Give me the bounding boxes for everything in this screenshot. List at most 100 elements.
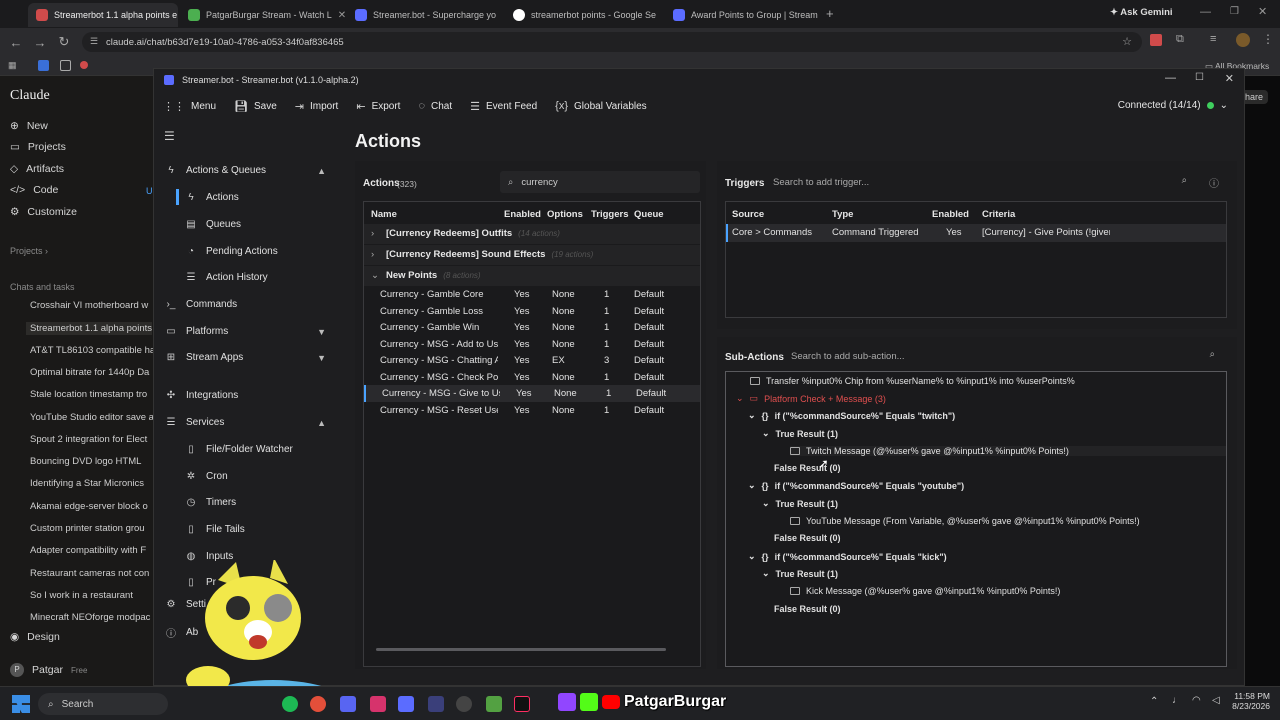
action-row[interactable]: Currency - Gamble Win Yes None 1 Default (364, 319, 700, 336)
chat-item[interactable]: YouTube Studio editor save a (30, 412, 156, 423)
minimize-icon[interactable]: — (1165, 72, 1176, 84)
windows-start-icon[interactable] (12, 695, 30, 713)
connection-status[interactable]: Connected (14/14) ⌄ (1118, 100, 1228, 111)
hamburger-icon[interactable]: ☰ (164, 129, 175, 143)
apps-grid-icon[interactable]: ▦ (8, 60, 17, 71)
close-icon[interactable]: ✕ (502, 10, 503, 21)
subaction-group[interactable]: ⌄ ▭ Platform Check + Message (3) (736, 393, 886, 404)
app-icon[interactable] (428, 696, 444, 712)
subaction-youtube-message[interactable]: YouTube Message (From Variable, @%user% … (790, 516, 1140, 526)
chat-item[interactable]: Minecraft NEOforge modpac (30, 612, 156, 623)
close-browser-icon[interactable]: ✕ (1258, 5, 1267, 18)
action-row[interactable]: Currency - Gamble Loss Yes None 1 Default (364, 303, 700, 320)
action-group-row[interactable]: › [Currency Redeems] Outfits (14 actions) (364, 224, 700, 244)
claude-artifacts[interactable]: ◇ Artifacts (10, 163, 64, 175)
chat-item[interactable]: AT&T TL86103 compatible ha (30, 345, 156, 356)
col-header-type[interactable]: Type (832, 209, 853, 220)
chat-item[interactable]: Streamerbot 1.1 alpha points (26, 322, 152, 336)
nav-queues[interactable]: ▤ Queues (184, 219, 241, 230)
trigger-search-input[interactable]: Search to add trigger... ⌕ (767, 171, 1193, 193)
col-header-queue[interactable]: Queue (634, 209, 664, 220)
action-row[interactable]: Currency - MSG - Give to Us Yes None 1 Defau… (364, 385, 700, 402)
trigger-row[interactable]: Core > Commands Command Triggered Yes [C… (726, 224, 1226, 242)
taskbar-search[interactable]: ⌕ Search (38, 693, 168, 715)
import-button[interactable]: ⇥ Import (286, 91, 348, 121)
col-header-enabled[interactable]: Enabled (504, 209, 541, 220)
chat-item[interactable]: Optimal bitrate for 1440p Da (30, 367, 156, 378)
claude-user[interactable]: P Patgar Free (10, 663, 87, 677)
subaction-false-result[interactable]: False Result (0) (774, 533, 841, 543)
chat-item[interactable]: Spout 2 integration for Elect (30, 434, 156, 445)
nav-file-tails[interactable]: ▯ File Tails (184, 524, 244, 535)
chat-item[interactable]: Identifying a Star Micronics (30, 478, 156, 489)
save-button[interactable]: 💾︎ Save (225, 91, 286, 121)
new-tab-icon[interactable]: + (826, 6, 834, 21)
puzzle-icon[interactable]: ⧉ (1176, 33, 1184, 46)
subaction-true-result[interactable]: ⌄ True Result (1) (762, 498, 838, 509)
nav-actions[interactable]: ϟ Actions (184, 192, 238, 203)
subaction-if-kick[interactable]: ⌄ {} if ("%commandSource%" Equals "kick") (748, 551, 947, 562)
col-header-options[interactable]: Options (547, 209, 583, 220)
chat-button[interactable]: ◌ Chat (409, 91, 461, 121)
chat-item[interactable]: Bouncing DVD logo HTML (30, 456, 156, 467)
browser-tab-4[interactable]: streamerbot points - Google Se ✕ (505, 3, 663, 27)
col-header-criteria[interactable]: Criteria (982, 209, 1015, 220)
trigger-info-icon[interactable]: ⓘ (1209, 175, 1219, 190)
maximize-icon[interactable]: ☐ (1195, 72, 1204, 83)
mic-icon[interactable]: ♩ (1172, 695, 1182, 706)
claude-customize[interactable]: ⚙ Customize (10, 206, 77, 218)
network-icon[interactable]: ◠ (1192, 695, 1201, 706)
tray-chevron-icon[interactable]: ⌃ (1150, 696, 1158, 707)
reload-icon[interactable]: ↻ (52, 34, 76, 50)
subaction-transfer[interactable]: Transfer %input0% Chip from %userName% t… (750, 376, 1075, 386)
chat-item[interactable]: Custom printer station grou (30, 523, 156, 534)
claude-code[interactable]: </> Code (10, 184, 58, 196)
nav-stream-apps[interactable]: ⊞ Stream Apps ▼ (164, 352, 334, 363)
action-group-row[interactable]: ⌄ New Points (8 actions) (364, 266, 700, 286)
bookmark-icon[interactable] (80, 61, 88, 69)
action-group-row[interactable]: › [Currency Redeems] Sound Effects (19 act… (364, 245, 700, 265)
chat-item[interactable]: Restaurant cameras not con (30, 568, 156, 579)
chat-item[interactable]: Adapter compatibility with F (30, 545, 156, 556)
profile-avatar[interactable] (1236, 33, 1250, 47)
subaction-twitch-message[interactable]: Twitch Message (@%user% gave @%input1% %… (790, 446, 1226, 456)
horizontal-scrollbar[interactable] (376, 648, 666, 651)
nav-action-history[interactable]: ☰ Action History (184, 272, 268, 283)
chat-item[interactable]: Crosshair VI motherboard w (30, 300, 156, 311)
chat-item[interactable]: Akamai edge-server block o (30, 501, 156, 512)
menu-button[interactable]: ⋮⋮ Menu (154, 91, 225, 121)
volume-icon[interactable]: ◁ (1212, 695, 1220, 706)
nav-file-watcher[interactable]: ▯ File/Folder Watcher (184, 444, 293, 455)
action-row[interactable]: Currency - MSG - Add to Us Yes None 1 Defaul… (364, 336, 700, 353)
col-header-enabled[interactable]: Enabled (932, 209, 969, 220)
col-header-source[interactable]: Source (732, 209, 764, 220)
discord-icon[interactable] (340, 696, 356, 712)
subaction-if-twitch[interactable]: ⌄ {} if ("%commandSource%" Equals "twitch"… (748, 410, 955, 421)
folder-icon[interactable] (60, 60, 71, 71)
chat-item[interactable]: Stale location timestamp tro (30, 389, 156, 400)
subaction-true-result[interactable]: ⌄ True Result (1) (762, 568, 838, 579)
obs-icon[interactable] (456, 696, 472, 712)
chat-item[interactable]: So I work in a restaurant (30, 590, 156, 601)
extension-icon[interactable] (1150, 34, 1162, 46)
export-button[interactable]: ⇤ Export (347, 91, 409, 121)
nav-integrations[interactable]: ✣ Integrations (164, 390, 238, 401)
nav-actions-queues[interactable]: ϟ Actions & Queues ▲ (164, 165, 334, 176)
claude-new-chat[interactable]: ⊕ New (10, 120, 48, 132)
nav-platforms[interactable]: ▭ Platforms ▼ (164, 326, 334, 337)
bookmark-icon[interactable] (38, 60, 49, 71)
nav-cron[interactable]: ✲ Cron (184, 471, 228, 482)
restore-browser-icon[interactable]: ❐ (1230, 6, 1239, 17)
close-icon[interactable]: ✕ (338, 10, 345, 21)
action-row[interactable]: Currency - MSG - Reset Use Yes None 1 Defaul… (364, 402, 700, 419)
nav-commands[interactable]: ›_ Commands (164, 299, 238, 310)
clock[interactable]: 11:58 PM 8/23/2026 (1228, 691, 1270, 711)
nav-pending-actions[interactable]: ◔ Pending Actions (184, 246, 278, 257)
more-menu-icon[interactable]: ⋮ (1262, 32, 1274, 46)
menu-lines-icon[interactable]: ≡ (1210, 33, 1216, 45)
projects-header[interactable]: Projects › (10, 246, 48, 256)
nav-services[interactable]: ☰ Services ▲ (164, 417, 334, 428)
spotify-icon[interactable] (282, 696, 298, 712)
tiktok-icon[interactable] (514, 696, 530, 712)
app-icon[interactable] (486, 696, 502, 712)
